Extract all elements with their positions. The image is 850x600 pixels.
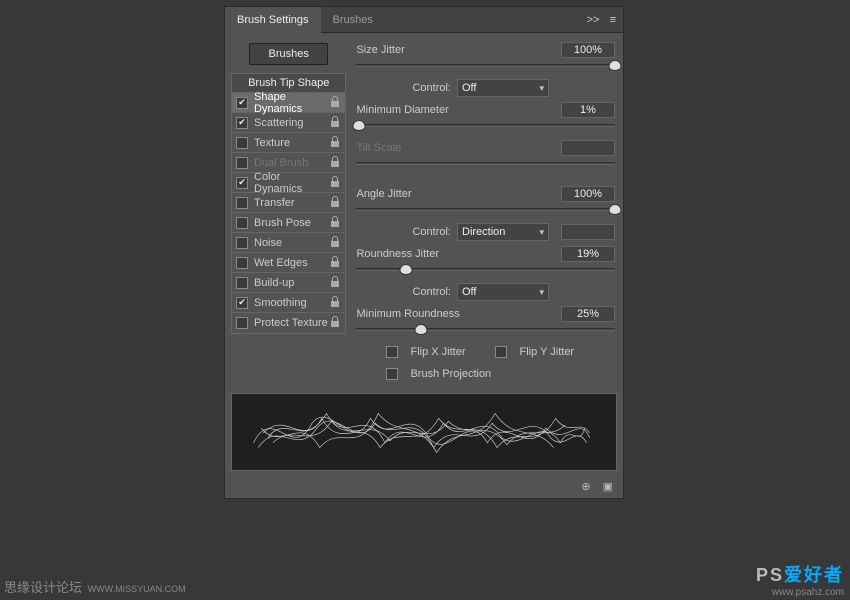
tab-bar: Brush Settings Brushes >> ≡	[225, 7, 623, 33]
flip-y-checkbox[interactable]	[495, 346, 507, 358]
panel-footer: ⊕ ▣	[225, 477, 623, 498]
option-label: Color Dynamics	[254, 171, 329, 195]
min-roundness-label: Minimum Roundness	[356, 308, 555, 320]
tab-brush-settings[interactable]: Brush Settings	[225, 7, 321, 33]
option-label: Scattering	[254, 117, 329, 129]
angle-control-label: Control:	[412, 226, 451, 238]
flip-x-label: Flip X Jitter	[410, 346, 465, 358]
lock-icon[interactable]	[329, 256, 341, 270]
option-wet-edges[interactable]: Wet Edges	[232, 253, 345, 273]
checkbox[interactable]	[236, 277, 248, 289]
brush-projection-label: Brush Projection	[410, 368, 491, 380]
size-jitter-input[interactable]: 100%	[561, 42, 615, 58]
option-label: Shape Dynamics	[254, 91, 329, 115]
angle-jitter-label: Angle Jitter	[356, 188, 555, 200]
checkbox[interactable]	[236, 317, 248, 329]
brush-preview	[231, 393, 617, 471]
roundness-jitter-label: Roundness Jitter	[356, 248, 555, 260]
lock-icon[interactable]	[329, 116, 341, 130]
option-texture[interactable]: Texture	[232, 133, 345, 153]
left-column: Brushes Brush Tip Shape ✔Shape Dynamics✔…	[231, 39, 352, 385]
tab-brushes[interactable]: Brushes	[321, 7, 385, 33]
chevron-down-icon: ▾	[539, 227, 544, 238]
min-diameter-slider[interactable]	[356, 121, 615, 135]
watermark-left: 思缘设计论坛 WWW.MISSYUAN.COM	[4, 577, 186, 596]
min-roundness-slider[interactable]	[356, 325, 615, 339]
checkbox[interactable]: ✔	[236, 117, 248, 129]
checkbox[interactable]	[236, 157, 248, 169]
option-transfer[interactable]: Transfer	[232, 193, 345, 213]
lock-icon[interactable]	[329, 236, 341, 250]
angle-jitter-slider[interactable]	[356, 205, 615, 219]
option-label: Wet Edges	[254, 257, 329, 269]
preset-icon[interactable]: ▣	[603, 480, 613, 493]
min-diameter-label: Minimum Diameter	[356, 104, 555, 116]
tilt-scale-input	[561, 140, 615, 156]
lock-icon[interactable]	[329, 136, 341, 150]
checkbox[interactable]: ✔	[236, 177, 248, 189]
chevron-down-icon: ▾	[539, 83, 544, 94]
size-jitter-label: Size Jitter	[356, 44, 555, 56]
lock-icon[interactable]	[329, 216, 341, 230]
angle-control-select[interactable]: Direction▾	[457, 223, 549, 241]
size-control-label: Control:	[412, 82, 451, 94]
checkbox[interactable]	[236, 237, 248, 249]
brush-stroke-icon	[232, 394, 616, 470]
roundness-jitter-slider[interactable]	[356, 265, 615, 279]
size-control-select[interactable]: Off▾	[457, 79, 549, 97]
checkbox[interactable]: ✔	[236, 297, 248, 309]
brush-projection-checkbox[interactable]	[386, 368, 398, 380]
option-build-up[interactable]: Build-up	[232, 273, 345, 293]
tilt-scale-label: Tilt Scale	[356, 142, 555, 154]
option-noise[interactable]: Noise	[232, 233, 345, 253]
option-label: Smoothing	[254, 297, 329, 309]
min-diameter-input[interactable]: 1%	[561, 102, 615, 118]
tilt-scale-slider	[356, 159, 615, 173]
round-control-select[interactable]: Off▾	[457, 283, 549, 301]
option-label: Dual Brush	[254, 157, 329, 169]
lock-icon[interactable]	[329, 276, 341, 290]
option-protect-texture[interactable]: Protect Texture	[232, 313, 345, 333]
collapse-icon[interactable]: >>	[583, 7, 603, 33]
lock-icon[interactable]	[329, 156, 341, 170]
watermark-right: PS爱好者www.psahz.com	[756, 561, 844, 598]
min-roundness-input[interactable]: 25%	[561, 306, 615, 322]
size-jitter-slider[interactable]	[356, 61, 615, 75]
lock-icon[interactable]	[329, 176, 341, 190]
lock-icon[interactable]	[329, 316, 341, 330]
angle-jitter-input[interactable]: 100%	[561, 186, 615, 202]
option-color-dynamics[interactable]: ✔ Color Dynamics	[232, 173, 345, 193]
angle-control-input	[561, 224, 615, 240]
roundness-jitter-input[interactable]: 19%	[561, 246, 615, 262]
lock-icon[interactable]	[329, 196, 341, 210]
option-label: Noise	[254, 237, 329, 249]
right-column: Size Jitter 100% Control: Off▾ Minimum Dia…	[352, 39, 617, 385]
checkbox[interactable]: ✔	[236, 97, 248, 109]
checkbox[interactable]	[236, 257, 248, 269]
option-brush-pose[interactable]: Brush Pose	[232, 213, 345, 233]
lock-icon[interactable]	[329, 96, 341, 110]
menu-icon[interactable]: ≡	[603, 7, 623, 33]
brush-settings-panel: Brush Settings Brushes >> ≡ Brushes Brus…	[224, 6, 624, 499]
checkbox[interactable]	[236, 217, 248, 229]
checkbox[interactable]	[236, 137, 248, 149]
option-label: Texture	[254, 137, 329, 149]
flip-y-label: Flip Y Jitter	[519, 346, 574, 358]
option-label: Brush Pose	[254, 217, 329, 229]
flip-x-checkbox[interactable]	[386, 346, 398, 358]
option-label: Build-up	[254, 277, 329, 289]
checkbox[interactable]	[236, 197, 248, 209]
option-scattering[interactable]: ✔ Scattering	[232, 113, 345, 133]
round-control-label: Control:	[412, 286, 451, 298]
option-label: Protect Texture	[254, 317, 329, 329]
option-label: Transfer	[254, 197, 329, 209]
new-preset-icon[interactable]: ⊕	[581, 480, 590, 493]
brushes-button[interactable]: Brushes	[249, 43, 328, 65]
lock-icon[interactable]	[329, 296, 341, 310]
option-smoothing[interactable]: ✔ Smoothing	[232, 293, 345, 313]
option-shape-dynamics[interactable]: ✔ Shape Dynamics	[232, 93, 345, 113]
options-list: ✔ Shape Dynamics ✔ Scattering Texture Dual Br…	[231, 93, 346, 334]
chevron-down-icon: ▾	[539, 287, 544, 298]
